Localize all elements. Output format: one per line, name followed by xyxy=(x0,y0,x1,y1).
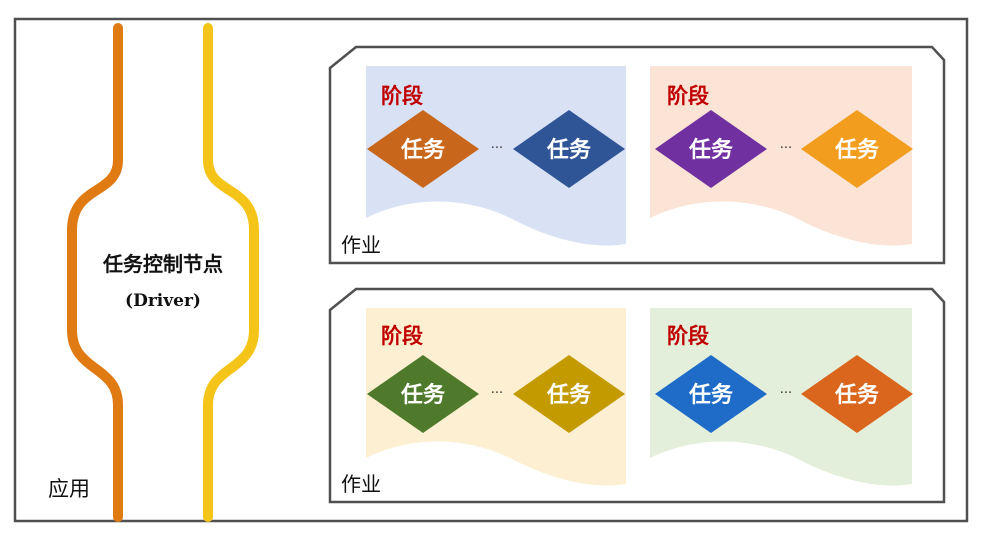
task-label: 任务 xyxy=(546,382,592,408)
ellipsis: ··· xyxy=(780,141,792,156)
job-panel: 阶段 任务 ··· 任务 阶段 任务 ··· 任务 作业 xyxy=(328,45,946,265)
stage-title: 阶段 xyxy=(381,324,423,348)
driver-sublabel: (Driver) xyxy=(125,291,201,311)
stage-title: 阶段 xyxy=(381,84,423,108)
diagram-canvas: 任务控制节点 (Driver) 应用 阶段 任务 ··· 任务 阶段 任务 ··… xyxy=(13,17,969,523)
stage-title: 阶段 xyxy=(667,84,709,108)
task-label: 任务 xyxy=(400,382,446,408)
task-label: 任务 xyxy=(834,382,880,408)
task-label: 任务 xyxy=(688,137,734,163)
job-label: 作业 xyxy=(341,233,381,257)
task-label: 任务 xyxy=(400,137,446,163)
job-label: 作业 xyxy=(341,472,381,496)
driver-label: 任务控制节点 xyxy=(102,252,223,276)
ellipsis: ··· xyxy=(491,386,503,401)
task-label: 任务 xyxy=(546,137,592,163)
ellipsis: ··· xyxy=(491,141,503,156)
ellipsis: ··· xyxy=(780,386,792,401)
stage-title: 阶段 xyxy=(667,324,709,348)
task-label: 任务 xyxy=(688,382,734,408)
spark-architecture-diagram: 任务控制节点 (Driver) 应用 阶段 任务 ··· 任务 阶段 任务 ··… xyxy=(0,0,982,538)
application-label: 应用 xyxy=(48,477,90,501)
job-panel: 阶段 任务 ··· 任务 阶段 任务 ··· 任务 作业 xyxy=(328,287,946,504)
task-label: 任务 xyxy=(834,137,880,163)
